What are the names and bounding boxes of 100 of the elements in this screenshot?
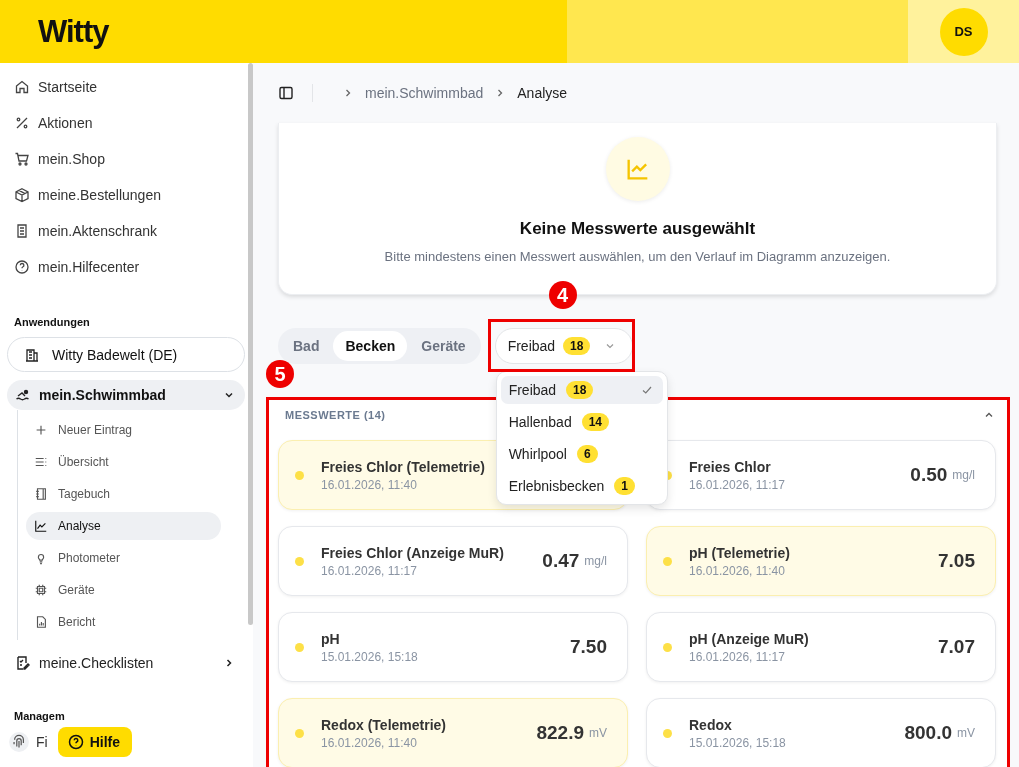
sidebar-group[interactable]: mein.Schwimmbad: [7, 380, 245, 410]
fingerprint-icon[interactable]: [8, 731, 30, 753]
help-icon: [14, 259, 30, 275]
document-icon: [14, 223, 30, 239]
count-badge: 18: [563, 337, 591, 355]
sidebar-item[interactable]: Startseite: [0, 69, 234, 105]
chart-icon: [605, 137, 670, 201]
measurement-value: 7.50: [570, 636, 607, 658]
home-icon: [14, 79, 30, 95]
measurement-time: 16.01.2026, 11:40: [689, 563, 785, 578]
sidebar-toggle-icon[interactable]: [278, 85, 294, 101]
tab[interactable]: Becken: [333, 331, 408, 361]
annotation-marker: 5: [266, 360, 294, 388]
measurement-card[interactable]: Freies Chlor (Anzeige MuR) 16.01.2026, 11:17 0.47 mg/l: [278, 526, 628, 596]
dropdown-option[interactable]: Freibad 18: [500, 376, 663, 404]
breadcrumb-item[interactable]: mein.Schwimmbad: [365, 85, 484, 101]
measurement-value: 7.05: [938, 550, 975, 572]
chart-icon: [34, 519, 48, 533]
plus-icon: [34, 423, 48, 437]
sidebar-subitem[interactable]: Tagebuch: [26, 480, 221, 508]
measurement-unit: mV: [589, 726, 607, 740]
measurement-time: 16.01.2026, 11:17: [321, 563, 417, 578]
sidebar-item[interactable]: Aktionen: [0, 105, 234, 141]
help-button[interactable]: Hilfe: [57, 727, 132, 757]
status-dot: [663, 642, 672, 652]
tab[interactable]: Geräte: [409, 331, 478, 361]
sidebar-item[interactable]: mein.Aktenschrank: [0, 213, 234, 249]
building-icon: [24, 346, 40, 363]
avatar-button[interactable]: DS: [939, 7, 988, 56]
cart-icon: [14, 151, 30, 167]
measurement-name: pH (Telemetrie): [689, 544, 790, 561]
status-dot: [295, 642, 304, 652]
section-heading: MESSWERTE (14): [285, 409, 386, 421]
measurement-card[interactable]: pH (Anzeige MuR) 16.01.2026, 11:17 7.07: [646, 612, 996, 682]
sidebar-subitem[interactable]: Übersicht: [26, 448, 221, 476]
sidebar-subitem[interactable]: Analyse: [26, 512, 221, 540]
measurement-value: 0.50: [910, 464, 948, 486]
measurement-time: 16.01.2026, 11:40: [321, 477, 417, 492]
list-icon: [34, 455, 48, 469]
measurement-unit: mV: [957, 726, 975, 740]
measurement-time: 16.01.2026, 11:17: [689, 477, 785, 492]
checklist-icon: [15, 655, 31, 671]
count-badge: 6: [577, 445, 598, 463]
measurement-name: Freies Chlor: [689, 458, 771, 475]
pool-dropdown[interactable]: Freibad 18: [494, 328, 634, 364]
notebook-icon: [34, 487, 48, 501]
sidebar-subitem[interactable]: Geräte: [26, 576, 221, 604]
sidebar-item[interactable]: mein.Hilfecenter: [0, 249, 234, 285]
sidebar-subitem[interactable]: Neuer Eintrag: [26, 416, 221, 444]
help-icon: [67, 734, 84, 750]
measurement-unit: mg/l: [584, 554, 607, 568]
measurement-value: 7.07: [938, 636, 975, 658]
measurement-card[interactable]: Redox (Telemetrie) 16.01.2026, 11:40 822.9 mV: [278, 698, 628, 767]
status-dot: [663, 556, 672, 566]
chip-icon: [34, 583, 48, 597]
measurement-value: 800.0: [904, 722, 952, 744]
sidebar-item[interactable]: mein.Shop: [0, 141, 234, 177]
sidebar-item[interactable]: Fi: [36, 734, 48, 750]
measurement-card[interactable]: Redox 15.01.2026, 15:18 800.0 mV: [646, 698, 996, 767]
check-icon: [640, 384, 653, 396]
measurement-unit: mg/l: [952, 468, 975, 482]
count-badge: 18: [566, 381, 594, 399]
measurement-time: 15.01.2026, 15:18: [689, 735, 786, 750]
section-heading: Anwendungen: [14, 316, 90, 328]
chevron-icon: [343, 88, 353, 98]
logo[interactable]: Witty: [38, 13, 109, 50]
measurement-card[interactable]: pH (Telemetrie) 16.01.2026, 11:40 7.05: [646, 526, 996, 596]
measurement-time: 15.01.2026, 15:18: [321, 649, 418, 664]
tab[interactable]: Bad: [281, 331, 332, 361]
scrollbar[interactable]: [248, 63, 253, 625]
measurement-time: 16.01.2026, 11:40: [321, 735, 417, 750]
package-icon: [14, 187, 30, 203]
empty-state-text: Bitte mindestens einen Messwert auswählen, um den Verlauf im Diagramm anzuzeigen.: [384, 249, 891, 264]
count-badge: 14: [581, 413, 610, 431]
measurement-value: 822.9: [536, 722, 584, 744]
dropdown-option[interactable]: Hallenbad 14: [500, 408, 663, 436]
breadcrumb-item: Analyse: [517, 85, 568, 101]
measurement-time: 16.01.2026, 11:17: [689, 649, 785, 664]
measurement-name: pH: [321, 630, 340, 647]
report-icon: [34, 615, 48, 629]
sidebar-item[interactable]: meine.Bestellungen: [0, 177, 234, 213]
percent-icon: [14, 115, 30, 131]
measurement-name: pH (Anzeige MuR): [689, 630, 809, 647]
count-badge: 1: [614, 477, 636, 495]
status-dot: [295, 556, 304, 566]
sidebar-subitem[interactable]: Photometer: [26, 544, 221, 572]
sidebar-subitem[interactable]: Bericht: [26, 608, 221, 636]
measurement-value: 0.47: [542, 550, 580, 572]
measurement-name: Freies Chlor (Telemetrie): [321, 458, 485, 475]
status-dot: [295, 470, 304, 480]
annotation-marker: 4: [548, 281, 577, 309]
status-dot: [663, 728, 672, 738]
sidebar-group[interactable]: meine.Checklisten: [7, 648, 245, 678]
status-dot: [295, 728, 304, 738]
measurement-name: Redox (Telemetrie): [321, 716, 446, 733]
measurement-name: Freies Chlor (Anzeige MuR): [321, 544, 504, 561]
measurement-name: Redox: [689, 716, 732, 733]
empty-state-title: Keine Messwerte ausgewählt: [519, 219, 756, 239]
section-heading: Managem: [14, 710, 65, 722]
measurement-card[interactable]: pH 15.01.2026, 15:18 7.50: [278, 612, 628, 682]
